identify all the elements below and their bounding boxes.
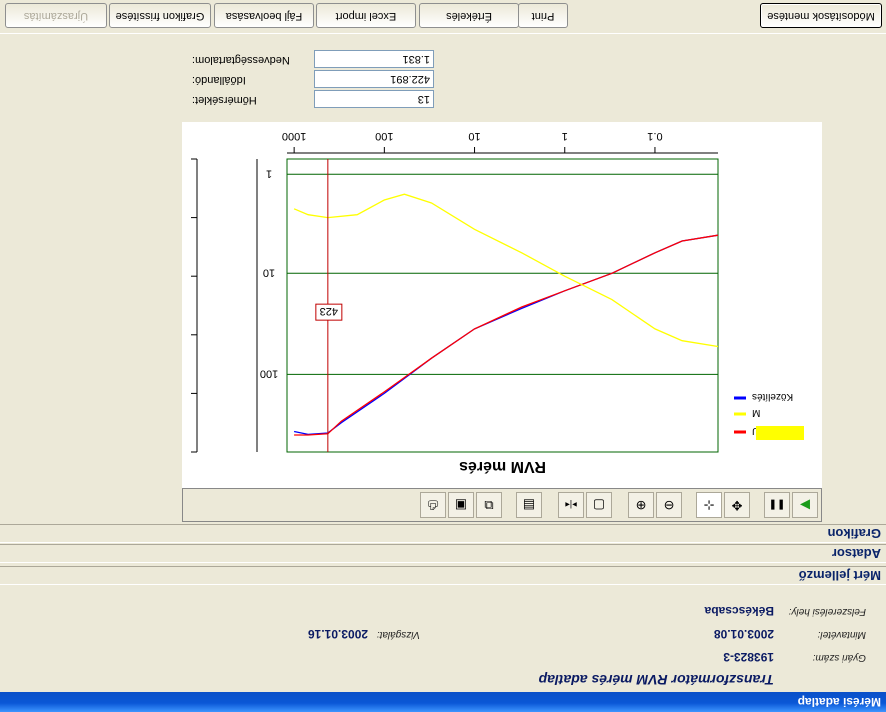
save-button[interactable]: ▣	[448, 492, 474, 518]
copy-icon: ⧉	[484, 498, 494, 513]
grafikon-frissitese-button[interactable]: Grafikon frissítése	[109, 3, 211, 28]
copy-button[interactable]: ⧉	[476, 492, 502, 518]
chart-panel: 1101000204060801000.11101001000RVM mérés…	[182, 122, 822, 522]
input-label-homerseklet: Hőmérséklet:	[192, 94, 257, 106]
x-tick-label: 0.1	[647, 130, 662, 142]
nedvesseg-field[interactable]: 1.831	[314, 50, 434, 68]
print-icon: ⎙	[427, 498, 439, 513]
window-title: Mérési adatlap	[0, 692, 886, 712]
field-value-hely: Békéscsaba	[704, 604, 774, 618]
pause-icon: ❚❚	[768, 499, 786, 511]
marker-label: 423	[320, 305, 338, 317]
legend-label: Közelítés	[752, 391, 793, 402]
field-label-hely: Felszerelési hely:	[788, 606, 866, 617]
modositasok-mentese-button[interactable]: Módosítások mentése	[760, 3, 882, 28]
play-button[interactable]: ▶	[792, 492, 818, 518]
legend-highlight	[756, 426, 804, 440]
chart-title: RVM mérés	[459, 458, 546, 475]
x-tick-label: 10	[468, 130, 480, 142]
split-icon: ▸|◂	[565, 500, 577, 511]
move-button[interactable]: ✥	[724, 492, 750, 518]
excel-import-button[interactable]: Excel import	[316, 3, 416, 28]
zoom-in-button[interactable]: ⊕	[628, 492, 654, 518]
plot-area	[286, 158, 719, 453]
section-adatsor[interactable]: Adatsor	[0, 544, 886, 563]
zoom-out-button[interactable]: ⊖	[656, 492, 682, 518]
field-label-gyari: Gyári szám:	[812, 652, 866, 663]
section-grafikon[interactable]: Grafikon	[0, 524, 886, 543]
rvm-chart: 1101000204060801000.11101001000RVM mérés…	[182, 130, 804, 475]
x-tick-label: 1	[562, 130, 568, 142]
play-icon: ▶	[800, 498, 810, 513]
y-right-tick-label: 10	[263, 266, 275, 278]
print-button[interactable]: Print	[518, 3, 568, 28]
zoom-in-icon: ⊕	[635, 498, 647, 513]
field-value-mintavetel: 2003.01.08	[713, 627, 774, 641]
legend-label: M	[752, 407, 760, 418]
input-label-nedvesseg: Nedvességtartalom:	[192, 54, 290, 66]
field-value-vizsgalat: 2003.01.16	[307, 627, 368, 641]
homerseklet-field[interactable]: 13	[314, 90, 434, 108]
report-title: Transzformátor RVM mérés adatlap	[538, 672, 774, 688]
input-label-idoallando: Időállandó:	[192, 74, 246, 86]
y-right-tick-label: 100	[260, 367, 278, 379]
x-tick-label: 1000	[282, 130, 306, 142]
export-icon: ▤	[522, 498, 536, 513]
ujraszamitas-button: Újraszámítás	[5, 3, 107, 28]
y-right-tick-label: 1	[266, 167, 272, 179]
screen: Mérési adatlap Transzformátor RVM mérés …	[0, 0, 886, 712]
field-value-gyari: 193823-3	[723, 650, 774, 664]
select-rect-icon: ▢	[592, 498, 606, 513]
pause-button[interactable]: ❚❚	[764, 492, 790, 518]
zoom-select-button[interactable]: ⊹	[696, 492, 722, 518]
zoom-select-icon: ⊹	[703, 498, 715, 513]
select-rect-button[interactable]: ▢	[586, 492, 612, 518]
export-button[interactable]: ▤	[516, 492, 542, 518]
field-label-mintavetel: Mintavétel:	[817, 629, 866, 640]
x-tick-label: 100	[375, 130, 393, 142]
field-label-vizsgalat: Vizsgálat:	[376, 629, 420, 640]
ertekeles-button[interactable]: Értékelés	[419, 3, 519, 28]
save-icon: ▣	[454, 498, 468, 513]
move-icon: ✥	[731, 498, 743, 513]
fajl-beolvasasa-button[interactable]: Fájl beolvasása	[214, 3, 314, 28]
chart-toolbar: ▶ ❚❚ ✥ ⊹ ⊖ ⊕ ▢ ▸|◂ ▤ ⧉ ▣ ⎙	[182, 488, 822, 522]
zoom-out-icon: ⊖	[663, 498, 675, 513]
split-button[interactable]: ▸|◂	[558, 492, 584, 518]
section-mert-jellemzo[interactable]: Mért jellemző	[0, 566, 886, 585]
print-chart-button[interactable]: ⎙	[420, 492, 446, 518]
idoallando-field[interactable]: 422.891	[314, 70, 434, 88]
